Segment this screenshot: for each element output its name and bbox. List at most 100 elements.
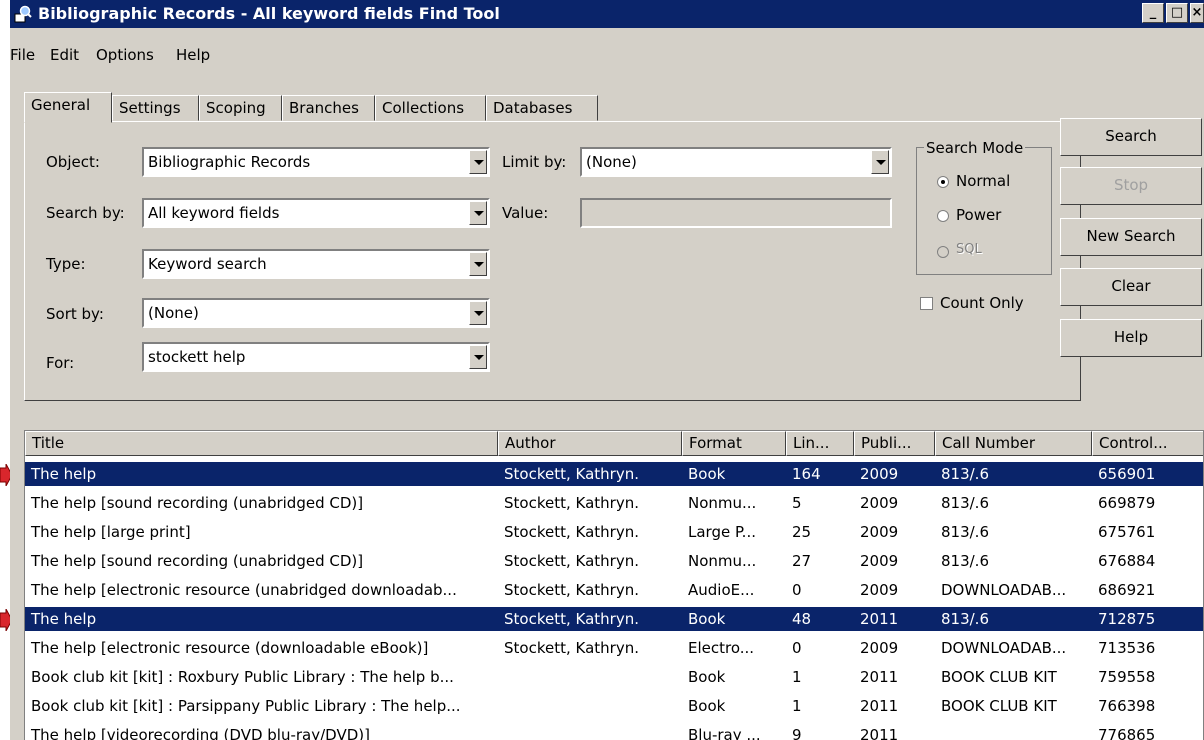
cell-author: Stockett, Kathryn. xyxy=(504,465,639,483)
sort-by-dropdown[interactable]: (None) xyxy=(142,298,490,328)
table-row[interactable]: The help [videorecording (DVD blu-ray/DV… xyxy=(25,723,1203,740)
limit-by-value: (None) xyxy=(586,153,637,171)
count-only-checkbox[interactable] xyxy=(920,297,933,310)
search-button[interactable]: Search xyxy=(1060,118,1202,156)
help-button[interactable]: Help xyxy=(1060,319,1202,357)
cell-publication: 2011 xyxy=(860,697,899,715)
cell-call-number: BOOK CLUB KIT xyxy=(941,668,1057,686)
cell-call-number: 813/.6 xyxy=(941,523,989,541)
chevron-down-icon[interactable] xyxy=(469,301,487,325)
minimize-button[interactable]: _ xyxy=(1142,3,1164,23)
type-dropdown[interactable]: Keyword search xyxy=(142,249,490,279)
table-row[interactable]: The help [sound recording (unabridged CD… xyxy=(25,549,1203,573)
menu-file[interactable]: File xyxy=(10,46,35,64)
table-row[interactable]: The help [electronic resource (unabridge… xyxy=(25,578,1203,602)
column-author[interactable]: Author xyxy=(498,431,682,456)
cell-control: 712875 xyxy=(1098,610,1156,628)
table-row[interactable]: Book club kit [kit] : Parsippany Public … xyxy=(25,694,1203,718)
column-title[interactable]: Title xyxy=(25,431,498,456)
tab-general[interactable]: General xyxy=(24,92,112,123)
cell-control: 669879 xyxy=(1098,494,1156,512)
cell-author xyxy=(498,667,682,689)
table-row[interactable]: The help Stockett, Kathryn. Book 164 2009 813… xyxy=(25,462,1203,486)
cell-links: 164 xyxy=(792,465,821,483)
column-control[interactable]: Control... xyxy=(1092,431,1203,456)
cell-control: 675761 xyxy=(1098,523,1156,541)
column-links[interactable]: Lin... xyxy=(786,431,854,456)
cell-format: Book xyxy=(688,668,726,686)
cell-title: The help [electronic resource (downloada… xyxy=(31,639,429,657)
cell-links: 0 xyxy=(792,639,802,657)
cell-publication: 2011 xyxy=(860,610,899,628)
chevron-down-icon[interactable] xyxy=(871,150,889,174)
cell-title: The help [sound recording (unabridged CD… xyxy=(31,552,364,570)
new-search-button[interactable]: New Search xyxy=(1060,218,1202,256)
table-row[interactable]: The help Stockett, Kathryn. Book 48 2011 813/… xyxy=(25,607,1203,631)
cell-format: Book xyxy=(688,610,726,628)
cell-control: 686921 xyxy=(1098,581,1156,599)
cell-author: Stockett, Kathryn. xyxy=(504,552,639,570)
object-label: Object: xyxy=(46,153,100,171)
tab-databases[interactable]: Databases xyxy=(486,95,598,121)
table-row[interactable]: The help [large print] Stockett, Kathryn.… xyxy=(25,520,1203,544)
cell-call-number xyxy=(935,725,1092,740)
cell-call-number: 813/.6 xyxy=(941,552,989,570)
chevron-down-icon[interactable] xyxy=(469,345,487,369)
normal-radio-label[interactable]: Normal xyxy=(956,172,1010,190)
clear-button[interactable]: Clear xyxy=(1060,268,1202,306)
find-tool-window: Bibliographic Records - All keyword fiel… xyxy=(10,0,1204,740)
chevron-down-icon[interactable] xyxy=(469,201,487,225)
limit-by-dropdown[interactable]: (None) xyxy=(580,147,892,177)
for-dropdown[interactable]: stockett help xyxy=(142,342,490,372)
power-radio-label[interactable]: Power xyxy=(956,206,1001,224)
cell-publication: 2009 xyxy=(860,639,899,657)
cell-call-number: BOOK CLUB KIT xyxy=(941,697,1057,715)
chevron-down-icon[interactable] xyxy=(469,150,487,174)
cell-author: Stockett, Kathryn. xyxy=(504,639,639,657)
cell-publication: 2009 xyxy=(860,581,899,599)
tab-scoping[interactable]: Scoping xyxy=(199,95,282,121)
search-by-dropdown[interactable]: All keyword fields xyxy=(142,198,490,228)
column-format[interactable]: Format xyxy=(682,431,786,456)
table-row[interactable]: The help [electronic resource (downloada… xyxy=(25,636,1203,660)
search-by-label: Search by: xyxy=(46,204,125,222)
sql-radio-label: SQL xyxy=(956,242,982,257)
tab-collections[interactable]: Collections xyxy=(375,95,486,121)
menu-help[interactable]: Help xyxy=(176,46,210,64)
cell-title: The help [sound recording (unabridged CD… xyxy=(31,494,364,512)
table-row[interactable]: The help [sound recording (unabridged CD… xyxy=(25,491,1203,515)
cell-author: Stockett, Kathryn. xyxy=(504,523,639,541)
cell-links: 0 xyxy=(792,581,802,599)
cell-links: 27 xyxy=(792,552,812,570)
column-call-number[interactable]: Call Number xyxy=(935,431,1092,456)
cell-links: 1 xyxy=(792,668,802,686)
table-row[interactable]: Book club kit [kit] : Roxbury Public Lib… xyxy=(25,665,1203,689)
cell-format: Nonmu... xyxy=(688,494,757,512)
cell-format: Book xyxy=(688,697,726,715)
tab-settings[interactable]: Settings xyxy=(112,95,199,121)
window-title: Bibliographic Records - All keyword fiel… xyxy=(38,4,500,23)
cell-author xyxy=(498,696,682,718)
normal-radio[interactable] xyxy=(937,176,949,188)
value-field[interactable] xyxy=(580,198,892,228)
stop-button: Stop xyxy=(1060,167,1202,205)
maximize-button[interactable]: □ xyxy=(1166,3,1188,23)
count-only-label[interactable]: Count Only xyxy=(940,294,1024,312)
chevron-down-icon[interactable] xyxy=(469,252,487,276)
object-dropdown[interactable]: Bibliographic Records xyxy=(142,147,490,177)
title-bar[interactable]: Bibliographic Records - All keyword fiel… xyxy=(10,0,1204,28)
for-value: stockett help xyxy=(148,348,246,366)
results-list[interactable]: Title Author Format Lin... Publi... Call… xyxy=(24,430,1204,740)
cell-control: 713536 xyxy=(1098,639,1156,657)
tab-branches[interactable]: Branches xyxy=(282,95,375,121)
cell-author: Stockett, Kathryn. xyxy=(504,494,639,512)
cell-control: 656901 xyxy=(1098,465,1156,483)
cell-title: Book club kit [kit] : Parsippany Public … xyxy=(31,697,461,715)
column-publication[interactable]: Publi... xyxy=(854,431,935,456)
menu-options[interactable]: Options xyxy=(96,46,154,64)
menu-edit[interactable]: Edit xyxy=(50,46,79,64)
cell-format: Book xyxy=(688,465,726,483)
power-radio[interactable] xyxy=(937,210,949,222)
cell-publication: 2011 xyxy=(860,726,899,740)
close-button[interactable]: × xyxy=(1190,3,1204,23)
